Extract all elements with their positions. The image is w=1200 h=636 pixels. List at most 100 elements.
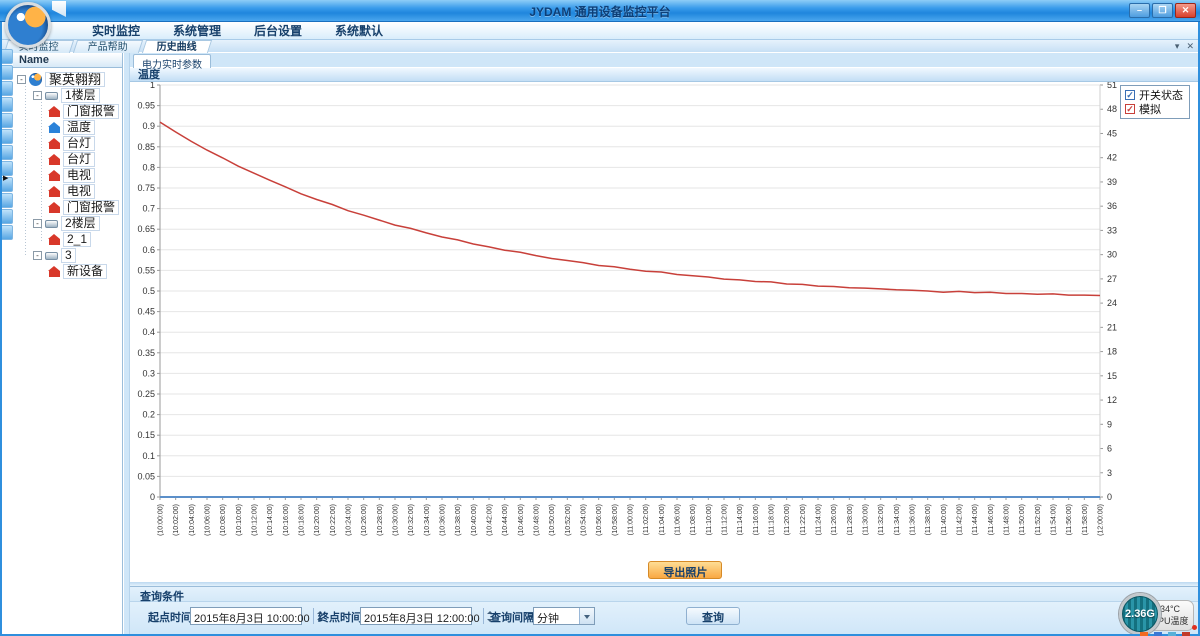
tree-expander-icon[interactable]: -	[33, 219, 42, 228]
svg-text:42: 42	[1107, 153, 1117, 163]
tree-expander-icon[interactable]: -	[33, 91, 42, 100]
svg-text:0.25: 0.25	[137, 389, 155, 399]
svg-text:(11:52:00): (11:52:00)	[1035, 504, 1042, 535]
checkbox-icon[interactable]: ✓	[1125, 104, 1135, 114]
svg-text:(10:46:00): (10:46:00)	[518, 504, 525, 536]
tree-node-label: 门窗报警	[63, 200, 119, 215]
tree-node-3[interactable]: -3	[13, 247, 122, 263]
svg-text:(10:50:00): (10:50:00)	[549, 504, 556, 536]
main-body: ▶ Name -聚英翱翔-1楼层门窗报警温度台灯台灯电视电视门窗报警-2楼层2_…	[0, 53, 1200, 636]
menu-item-4[interactable]: 系统默认	[335, 22, 383, 39]
globe-icon	[29, 73, 42, 86]
svg-text:(10:32:00): (10:32:00)	[408, 504, 415, 536]
title-bar[interactable]: JYDAM 通用设备监控平台 –❐✕	[0, 0, 1200, 22]
svg-text:(11:44:00): (11:44:00)	[972, 504, 979, 535]
hub-icon	[45, 220, 58, 228]
chart-canvas: 10.950.90.850.80.750.70.650.60.550.50.45…	[130, 82, 1196, 582]
house-red-icon	[49, 239, 60, 245]
start-time-label: 起点时间	[148, 609, 192, 625]
svg-text:(10:36:00): (10:36:00)	[440, 504, 447, 536]
svg-text:0.7: 0.7	[142, 204, 155, 214]
hub-icon	[45, 92, 58, 100]
svg-text:(10:42:00): (10:42:00)	[487, 504, 494, 536]
close-icon[interactable]: ✕	[1186, 42, 1194, 51]
legend-item-模拟: ✓模拟	[1125, 102, 1183, 116]
tree-node-门窗报警[interactable]: 门窗报警	[13, 199, 122, 215]
minimize-button[interactable]: –	[1129, 3, 1150, 18]
chart-legend: ✓开关状态✓模拟	[1120, 85, 1190, 119]
svg-text:0.85: 0.85	[137, 142, 155, 152]
query-panel: 查询条件 起点时间 2015年8月3日 10:00:00 终点时间 2015年8…	[130, 586, 1198, 636]
tab-产品帮助[interactable]: 产品帮助	[73, 40, 143, 53]
house-red-icon	[49, 207, 60, 213]
tree-node-门窗报警[interactable]: 门窗报警	[13, 103, 122, 119]
tree-node-2_1[interactable]: 2_1	[13, 231, 122, 247]
interval-label: 查询间隔	[490, 609, 534, 625]
tree-node-温度[interactable]: 温度	[13, 119, 122, 135]
tree-expander-icon[interactable]: -	[33, 251, 42, 260]
svg-text:(11:58:00): (11:58:00)	[1082, 504, 1089, 535]
tree-header[interactable]: Name	[13, 53, 122, 68]
app-logo-icon	[5, 2, 51, 48]
svg-text:0.3: 0.3	[142, 368, 155, 378]
tree-node-台灯[interactable]: 台灯	[13, 135, 122, 151]
svg-text:(10:26:00): (10:26:00)	[361, 504, 368, 536]
tree-node-电视[interactable]: 电视	[13, 167, 122, 183]
tab-历史曲线[interactable]: 历史曲线	[142, 40, 212, 53]
dock-expand-arrow-icon[interactable]: ▶	[3, 174, 8, 182]
query-button[interactable]: 查询	[686, 607, 740, 625]
checkbox-icon[interactable]: ✓	[1125, 90, 1135, 100]
start-time-input[interactable]: 2015年8月3日 10:00:00	[190, 607, 302, 625]
svg-text:0.2: 0.2	[142, 410, 155, 420]
menu-item-1[interactable]: 实时监控	[92, 22, 140, 39]
svg-text:0.05: 0.05	[137, 471, 155, 481]
chevron-down-icon[interactable]: ▾	[1175, 42, 1180, 51]
close-button[interactable]: ✕	[1175, 3, 1196, 18]
tab-strip: 实时监控产品帮助历史曲线 ▾ ✕	[0, 40, 1200, 53]
house-red-icon	[49, 271, 60, 277]
svg-text:0.45: 0.45	[137, 307, 155, 317]
svg-text:(11:56:00): (11:56:00)	[1066, 504, 1073, 535]
tree-node-label: 温度	[63, 120, 95, 135]
query-panel-title: 查询条件	[130, 587, 1198, 602]
svg-text:(11:38:00): (11:38:00)	[925, 504, 932, 535]
svg-text:(10:14:00): (10:14:00)	[267, 504, 274, 536]
export-image-button[interactable]: 导出照片	[648, 561, 722, 579]
svg-text:(11:08:00): (11:08:00)	[690, 504, 697, 535]
house-red-icon	[49, 159, 60, 165]
svg-text:0.6: 0.6	[142, 245, 155, 255]
tree-node-电视[interactable]: 电视	[13, 183, 122, 199]
memory-value: 2.36G	[1125, 608, 1155, 620]
tree-node-台灯[interactable]: 台灯	[13, 151, 122, 167]
svg-text:27: 27	[1107, 274, 1117, 284]
svg-text:(11:28:00): (11:28:00)	[847, 504, 854, 535]
svg-text:(11:50:00): (11:50:00)	[1019, 504, 1026, 535]
start-time-spinner[interactable]	[313, 608, 314, 624]
svg-text:0.15: 0.15	[137, 430, 155, 440]
svg-text:(11:12:00): (11:12:00)	[722, 504, 729, 535]
restore-button[interactable]: ❐	[1152, 3, 1173, 18]
tree-node-2楼层[interactable]: -2楼层	[13, 215, 122, 231]
menu-item-3[interactable]: 后台设置	[254, 22, 302, 39]
tree-node-1楼层[interactable]: -1楼层	[13, 87, 122, 103]
svg-text:0: 0	[1107, 492, 1112, 502]
house-red-icon	[49, 175, 60, 181]
end-time-spinner[interactable]	[483, 608, 484, 624]
tree-node-聚英翱翔[interactable]: -聚英翱翔	[13, 71, 122, 87]
svg-text:(11:40:00): (11:40:00)	[941, 504, 948, 535]
interval-select[interactable]: 分钟	[533, 607, 595, 625]
tab-power-realtime-params[interactable]: 电力实时参数	[133, 54, 211, 68]
svg-text:(10:20:00): (10:20:00)	[314, 504, 321, 536]
svg-text:(10:34:00): (10:34:00)	[424, 504, 431, 536]
window-border-left	[0, 22, 2, 636]
tree-node-新设备[interactable]: 新设备	[13, 263, 122, 279]
svg-text:(10:38:00): (10:38:00)	[455, 504, 462, 536]
menu-bar: 实时监控 系统管理 后台设置 系统默认	[0, 22, 1200, 40]
interval-dropdown-icon[interactable]	[579, 608, 594, 624]
tree-node-label: 台灯	[63, 136, 95, 151]
tree-expander-icon[interactable]: -	[17, 75, 26, 84]
tree-node-label: 门窗报警	[63, 104, 119, 119]
menu-item-2[interactable]: 系统管理	[173, 22, 221, 39]
device-tree-panel: Name -聚英翱翔-1楼层门窗报警温度台灯台灯电视电视门窗报警-2楼层2_1-…	[13, 53, 123, 636]
end-time-input[interactable]: 2015年8月3日 12:00:00	[360, 607, 472, 625]
